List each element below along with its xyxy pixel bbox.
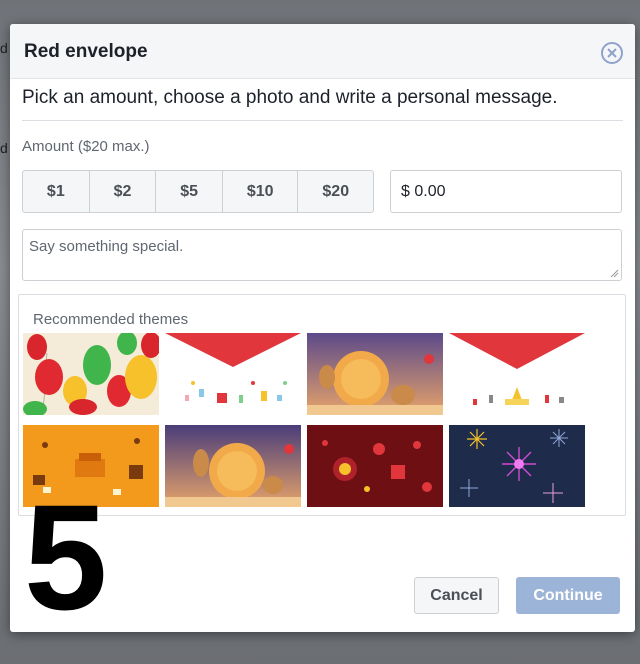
cancel-button[interactable]: Cancel [414,577,499,614]
message-input[interactable]: Say something special. [22,229,622,281]
divider [22,120,623,121]
theme-red-envelope-2[interactable] [449,333,585,415]
amount-button-10[interactable]: $10 [223,171,299,212]
step-number-overlay: 5 [24,473,108,641]
background-letter: d [0,40,8,56]
recommended-themes: Recommended themes [18,294,626,516]
theme-red-envelope-1[interactable] [165,333,301,415]
dialog-title: Red envelope [24,41,148,62]
dialog-intro: Pick an amount, choose a photo and write… [22,87,558,108]
resize-grip-icon[interactable] [609,268,619,278]
background-letter: d [0,140,8,156]
theme-mooncake-1[interactable] [307,333,443,415]
themes-label: Recommended themes [33,311,189,328]
theme-dark-red-festival[interactable] [307,425,443,507]
amount-button-20[interactable]: $20 [298,171,373,212]
amount-options: $1 $2 $5 $10 $20 [22,170,374,213]
amount-button-5[interactable]: $5 [156,171,223,212]
amount-label: Amount ($20 max.) [22,138,150,155]
theme-fireworks[interactable] [449,425,585,507]
amount-input[interactable]: $ 0.00 [390,170,622,213]
close-icon[interactable] [601,42,623,64]
message-placeholder: Say something special. [29,238,184,255]
amount-button-1[interactable]: $1 [23,171,90,212]
dialog-header: Red envelope [10,24,635,79]
continue-button[interactable]: Continue [516,577,620,614]
amount-button-2[interactable]: $2 [90,171,157,212]
theme-mooncake-2[interactable] [165,425,301,507]
theme-balloons[interactable] [23,333,159,415]
